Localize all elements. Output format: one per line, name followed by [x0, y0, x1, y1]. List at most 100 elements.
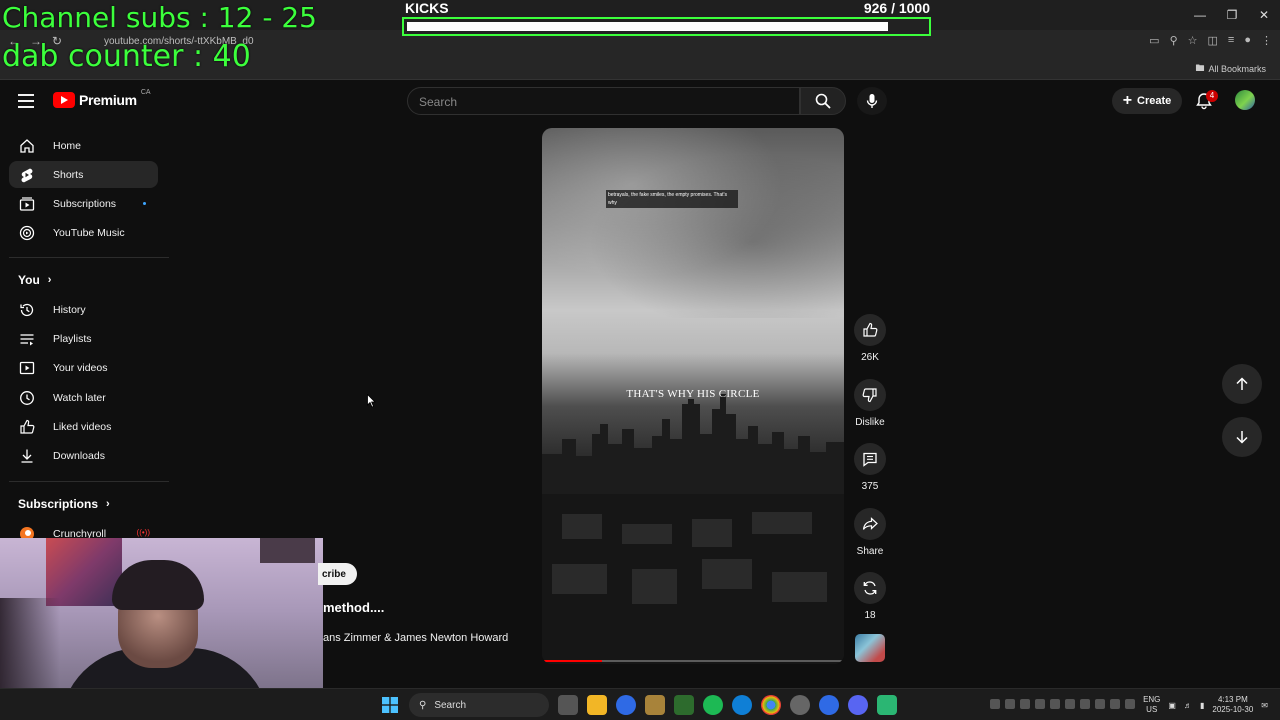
next-short-button[interactable] [1222, 417, 1262, 457]
sidebar-item-subscriptions[interactable]: Subscriptions [9, 190, 158, 217]
extensions-icon[interactable]: ◫ [1208, 34, 1218, 47]
app-icon[interactable] [674, 695, 694, 715]
spotify-icon[interactable] [703, 695, 723, 715]
sidebar-item-liked-videos[interactable]: Liked videos [9, 413, 158, 440]
account-avatar[interactable] [1235, 90, 1255, 110]
kicks-count: 926 / 1000 [863, 0, 930, 16]
short-music[interactable]: ans Zimmer & James Newton Howard [323, 632, 508, 644]
hamburger-menu-icon[interactable] [18, 94, 34, 108]
region-label: US [1146, 705, 1158, 714]
share-button[interactable]: Share [854, 508, 886, 557]
volume-icon[interactable]: ♬ [1184, 701, 1192, 710]
shorts-video-player[interactable]: betrayals, the fake smiles, the empty pr… [542, 128, 844, 664]
all-bookmarks-label: All Bookmarks [1208, 64, 1266, 74]
dislike-button[interactable]: Dislike [854, 379, 886, 428]
profile-icon[interactable]: ● [1244, 34, 1251, 47]
kicks-progress-bar [402, 17, 931, 36]
short-title[interactable]: method.... [323, 600, 384, 615]
app-icon[interactable] [645, 695, 665, 715]
app-icon[interactable] [819, 695, 839, 715]
sidebar-item-shorts[interactable]: Shorts [9, 161, 158, 188]
youtube-premium-logo[interactable]: Premium CA [53, 89, 151, 108]
youtube-music-icon [18, 224, 36, 242]
sidebar-item-downloads[interactable]: Downloads [9, 442, 158, 469]
sidebar-item-playlists[interactable]: Playlists [9, 325, 158, 352]
system-clock[interactable]: 4:13 PM 2025-10-30 [1212, 695, 1253, 715]
bookmark-star-icon[interactable]: ☆ [1188, 34, 1198, 47]
wall-poster [260, 538, 315, 563]
taskbar-search[interactable]: ⚲ Search [409, 693, 549, 717]
channel-subs-overlay: Channel subs : 12 - 25 [2, 1, 317, 34]
media-icon[interactable]: ≡ [1228, 34, 1234, 47]
video-progress-bar[interactable] [542, 660, 844, 662]
taskbar-search-label: Search [434, 699, 467, 711]
battery-icon[interactable]: ▮ [1200, 701, 1204, 710]
sidebar-item-your-videos[interactable]: Your videos [9, 354, 158, 381]
windows-taskbar: ⚲ Search ENG US ▣ ♬ ▮ 4:13 PM 2025-10-30… [0, 688, 1280, 720]
search-placeholder: Search [419, 95, 458, 109]
sidebar-item-home[interactable]: Home [9, 132, 158, 159]
cast-icon[interactable]: ▭ [1149, 34, 1159, 47]
subscriptions-heading-label: Subscriptions [18, 497, 99, 511]
taskbar-apps: ⚲ Search [380, 689, 897, 720]
voice-search-button[interactable] [857, 87, 887, 115]
remix-icon [863, 581, 877, 595]
your-videos-icon [18, 359, 36, 377]
discord-icon[interactable] [848, 695, 868, 715]
create-button[interactable]: + Create [1112, 88, 1182, 114]
like-count: 26K [861, 352, 879, 363]
sidebar-item-watch-later[interactable]: Watch later [9, 384, 158, 411]
settings-icon[interactable] [790, 695, 810, 715]
chevron-right-icon: › [47, 274, 52, 286]
notification-center-icon[interactable]: ✉ [1261, 701, 1268, 710]
sidebar-item-label: Playlists [53, 332, 92, 345]
create-label: Create [1137, 95, 1172, 107]
app-icon[interactable] [877, 695, 897, 715]
video-sky [542, 128, 844, 318]
all-bookmarks[interactable]: 🖿 All Bookmarks [1195, 61, 1266, 77]
app-icon[interactable] [616, 695, 636, 715]
kebab-menu-icon[interactable]: ⋮ [1261, 34, 1272, 47]
subscribe-button[interactable]: cribe [318, 563, 357, 585]
sidebar-item-label: Liked videos [53, 420, 112, 433]
sidebar-you-heading[interactable]: You › [18, 273, 51, 287]
minimize-icon[interactable]: — [1184, 0, 1216, 30]
sidebar-subscriptions-heading[interactable]: Subscriptions › [18, 497, 110, 511]
chevron-right-icon: › [106, 498, 110, 510]
edge-icon[interactable] [732, 695, 752, 715]
sidebar-item-label: History [53, 303, 86, 316]
logo-text: Premium [79, 92, 137, 108]
mouse-cursor-icon [367, 394, 376, 408]
sidebar-item-youtube-music[interactable]: YouTube Music [9, 219, 158, 246]
shorts-icon [18, 166, 36, 184]
sidebar-item-history[interactable]: History [9, 296, 158, 323]
folder-icon: 🖿 [1195, 63, 1205, 73]
subscriptions-icon [18, 195, 36, 213]
zoom-icon[interactable]: ⚲ [1170, 34, 1178, 47]
sound-thumbnail[interactable] [855, 634, 885, 662]
share-label: Share [856, 546, 884, 557]
windows-start-icon[interactable] [380, 695, 400, 715]
comments-button[interactable]: 375 [854, 443, 886, 492]
language-indicator[interactable]: ENG US [1143, 695, 1160, 715]
like-button[interactable]: 26K [854, 314, 886, 363]
file-explorer-icon[interactable] [587, 695, 607, 715]
network-icon[interactable]: ▣ [1168, 701, 1176, 710]
sidebar-divider [9, 481, 169, 482]
clock-date: 2025-10-30 [1212, 705, 1254, 714]
chrome-icon[interactable] [761, 695, 781, 715]
language-label: ENG [1143, 695, 1161, 704]
remix-button[interactable]: 18 [854, 572, 886, 621]
search-input[interactable]: Search [407, 87, 800, 115]
restore-icon[interactable]: ❐ [1216, 0, 1248, 30]
search-button[interactable] [800, 87, 846, 115]
sidebar-item-label: Your videos [53, 361, 108, 374]
task-view-icon[interactable] [558, 695, 578, 715]
window-controls: — ❐ ✕ [1184, 0, 1280, 30]
liked-videos-icon [18, 418, 36, 436]
previous-short-button[interactable] [1222, 364, 1262, 404]
close-icon[interactable]: ✕ [1248, 0, 1280, 30]
address-bar-icons: ▭ ⚲ ☆ ◫ ≡ ● ⋮ [1149, 34, 1272, 47]
comment-icon [863, 452, 877, 467]
tray-icons[interactable] [985, 699, 1136, 711]
